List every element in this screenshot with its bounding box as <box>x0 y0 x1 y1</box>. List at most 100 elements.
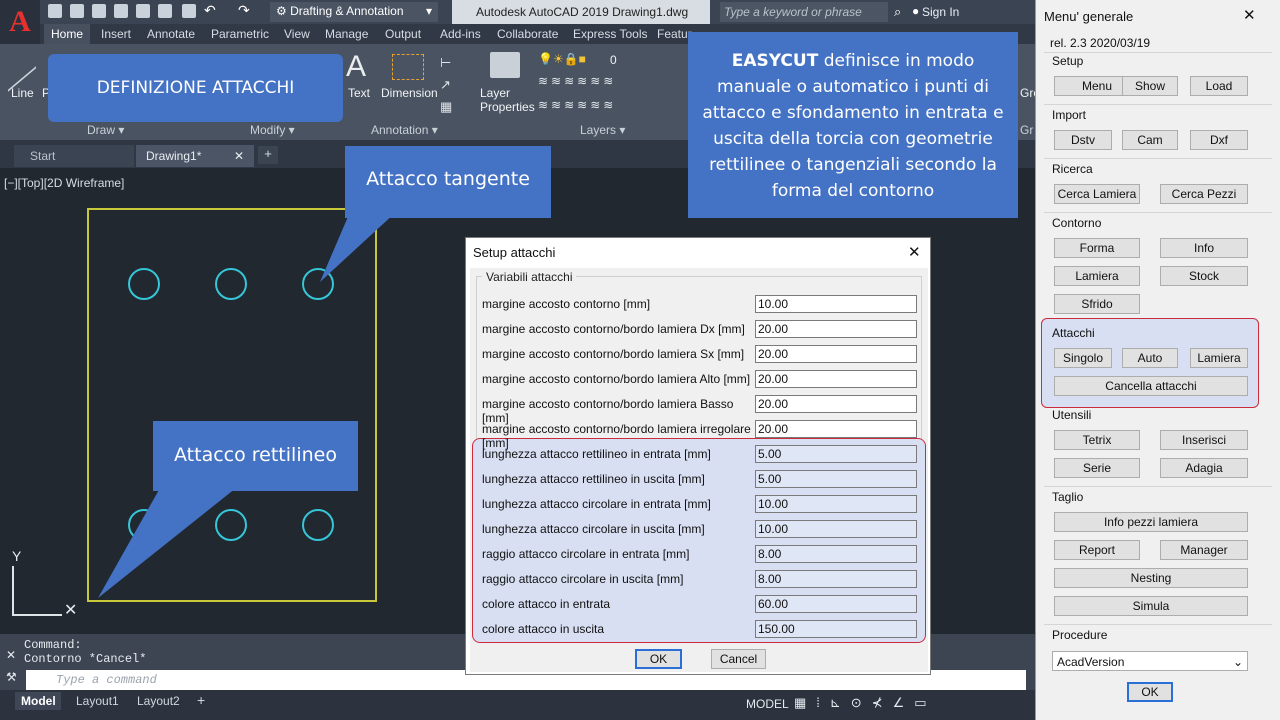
auto-button[interactable]: Auto <box>1122 348 1178 368</box>
tab-annotate[interactable]: Annotate <box>147 27 195 41</box>
manager-button[interactable]: Manager <box>1160 540 1248 560</box>
dstv-button[interactable]: Dstv <box>1054 130 1112 150</box>
bulb-icon[interactable]: 💡☀🔒■ <box>538 52 586 66</box>
tab-layout2[interactable]: Layout2 <box>137 694 180 708</box>
close-icon[interactable]: ✕ <box>234 149 244 163</box>
report-button[interactable]: Report <box>1054 540 1140 560</box>
cam-button[interactable]: Cam <box>1122 130 1178 150</box>
web-icon[interactable] <box>136 4 150 18</box>
tab-layout1[interactable]: Layout1 <box>76 694 119 708</box>
row-value-input[interactable]: 10.00 <box>755 495 917 513</box>
layer-properties-icon[interactable] <box>490 52 520 78</box>
annotation-small-icons[interactable]: ⊢ ↗ ▦ <box>440 52 452 118</box>
save-icon[interactable] <box>92 4 106 18</box>
row-value-input[interactable]: 5.00 <box>755 445 917 463</box>
attacchi-lamiera-button[interactable]: Lamiera <box>1190 348 1248 368</box>
search-input[interactable]: Type a keyword or phrase <box>720 2 888 22</box>
contour-circle[interactable] <box>128 268 160 300</box>
dxf-button[interactable]: Dxf <box>1190 130 1248 150</box>
row-value-input[interactable]: 5.00 <box>755 470 917 488</box>
tab-featured[interactable]: Featur <box>657 27 692 41</box>
tetrix-button[interactable]: Tetrix <box>1054 430 1140 450</box>
new-tab-button[interactable]: + <box>258 146 278 164</box>
menu-ok-button[interactable]: OK <box>1127 682 1173 702</box>
dialog-close-icon[interactable]: ✕ <box>908 243 921 261</box>
stock-button[interactable]: Stock <box>1160 266 1248 286</box>
redo-icon[interactable]: ↷ <box>238 2 250 19</box>
autocad-app-button[interactable]: A <box>0 0 40 44</box>
row-value-input[interactable]: 8.00 <box>755 545 917 563</box>
row-value-input[interactable]: 20.00 <box>755 345 917 363</box>
adagia-button[interactable]: Adagia <box>1160 458 1248 478</box>
add-layout-button[interactable]: + <box>197 692 205 708</box>
panel-layers-label[interactable]: Layers ▾ <box>580 123 625 137</box>
text-icon[interactable]: A <box>346 50 366 84</box>
tab-parametric[interactable]: Parametric <box>211 27 269 41</box>
wrench-icon[interactable]: ⚒ <box>6 670 17 684</box>
cerca-lamiera-button[interactable]: Cerca Lamiera <box>1054 184 1140 204</box>
tab-model[interactable]: Model <box>15 692 61 710</box>
row-value-input[interactable]: 20.00 <box>755 320 917 338</box>
plot-icon[interactable] <box>158 4 172 18</box>
row-value-input[interactable]: 10.00 <box>755 295 917 313</box>
line-button[interactable]: Line <box>11 86 34 100</box>
row-value-input[interactable]: 20.00 <box>755 370 917 388</box>
cancel-button[interactable]: Cancel <box>711 649 766 669</box>
panel-draw-label[interactable]: Draw ▾ <box>87 123 124 137</box>
tab-drawing1[interactable]: Drawing1* ✕ <box>136 145 254 167</box>
viewport-controls[interactable]: [−][Top][2D Wireframe] <box>4 176 124 190</box>
panel-modify-label[interactable]: Modify ▾ <box>250 123 295 137</box>
row-value-input[interactable]: 150.00 <box>755 620 917 638</box>
text-button[interactable]: Text <box>348 86 370 100</box>
status-toggle-icons[interactable]: ▦⁞⊾⊙⊀∠▭ <box>794 695 937 711</box>
info-pezzi-lamiera-button[interactable]: Info pezzi lamiera <box>1054 512 1248 532</box>
close-icon[interactable]: ✕ <box>1243 6 1256 24</box>
print-icon[interactable] <box>182 4 196 18</box>
layer-tools-icons-2[interactable]: ≋≋≋≋≋≋ <box>538 98 616 112</box>
show-button[interactable]: Show <box>1122 76 1178 96</box>
save-as-icon[interactable] <box>114 4 128 18</box>
model-space-button[interactable]: MODEL <box>746 697 789 711</box>
layer-properties-button[interactable]: Layer Properties <box>480 86 535 114</box>
row-value-input[interactable]: 20.00 <box>755 395 917 413</box>
lamiera-button[interactable]: Lamiera <box>1054 266 1140 286</box>
tab-home[interactable]: Home <box>44 24 90 44</box>
close-icon[interactable]: ✕ <box>6 648 16 662</box>
layer-current[interactable]: 0 <box>610 53 617 67</box>
dimension-button[interactable]: Dimension <box>381 86 438 100</box>
tab-manage[interactable]: Manage <box>325 27 368 41</box>
nesting-button[interactable]: Nesting <box>1054 568 1248 588</box>
tab-add-ins[interactable]: Add-ins <box>440 27 481 41</box>
singolo-button[interactable]: Singolo <box>1054 348 1112 368</box>
workspace-select[interactable]: ⚙ Drafting & Annotation ▾ <box>270 2 438 22</box>
forma-button[interactable]: Forma <box>1054 238 1140 258</box>
panel-groups-label-partial[interactable]: Gr <box>1020 123 1033 137</box>
row-value-input[interactable]: 60.00 <box>755 595 917 613</box>
tab-express-tools[interactable]: Express Tools <box>573 27 647 41</box>
row-value-input[interactable]: 10.00 <box>755 520 917 538</box>
open-icon[interactable] <box>70 4 84 18</box>
ok-button[interactable]: OK <box>635 649 682 669</box>
undo-icon[interactable]: ↶ <box>204 2 216 19</box>
binoculars-icon[interactable]: ⌕ <box>894 4 901 20</box>
tab-start[interactable]: Start <box>14 145 134 167</box>
tab-view[interactable]: View <box>284 27 310 41</box>
row-value-input[interactable]: 8.00 <box>755 570 917 588</box>
cerca-pezzi-button[interactable]: Cerca Pezzi <box>1160 184 1248 204</box>
layer-tools-icons[interactable]: ≋≋≋≋≋≋ <box>538 74 616 88</box>
new-icon[interactable] <box>48 4 62 18</box>
inserisci-button[interactable]: Inserisci <box>1160 430 1248 450</box>
cancella-attacchi-button[interactable]: Cancella attacchi <box>1054 376 1248 396</box>
sign-in-button[interactable]: Sign In <box>922 5 959 19</box>
contour-circle[interactable] <box>302 509 334 541</box>
tab-output[interactable]: Output <box>385 27 421 41</box>
dimension-icon[interactable] <box>392 54 424 80</box>
tab-collaborate[interactable]: Collaborate <box>497 27 558 41</box>
simula-button[interactable]: Simula <box>1054 596 1248 616</box>
load-button[interactable]: Load <box>1190 76 1248 96</box>
serie-button[interactable]: Serie <box>1054 458 1140 478</box>
info-button[interactable]: Info <box>1160 238 1248 258</box>
contour-circle[interactable] <box>215 268 247 300</box>
sfrido-button[interactable]: Sfrido <box>1054 294 1140 314</box>
row-value-input[interactable]: 20.00 <box>755 420 917 438</box>
